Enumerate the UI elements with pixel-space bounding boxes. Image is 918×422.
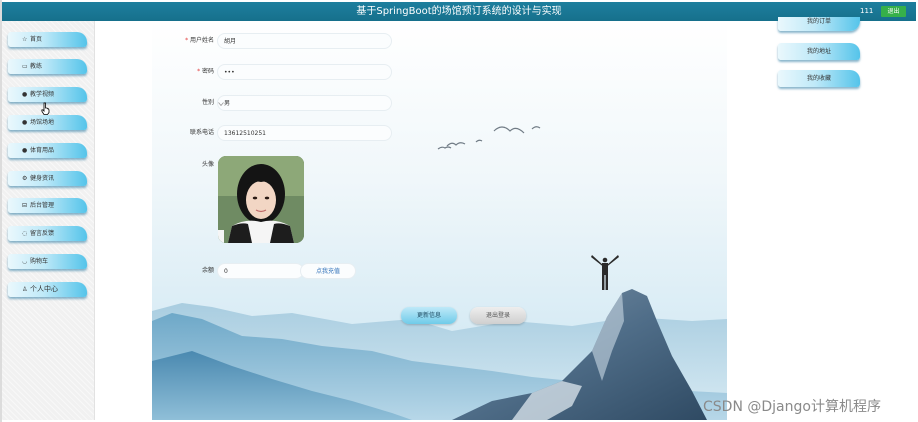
avatar-portrait xyxy=(218,156,304,243)
document-icon: ▭ xyxy=(22,63,28,70)
sidebar-item-home[interactable]: ☆ 首页 xyxy=(8,32,87,47)
hand-cursor-icon xyxy=(41,102,50,115)
cart-icon: ◡ xyxy=(22,258,28,265)
phone-input[interactable]: 13612510251 xyxy=(217,125,392,141)
logout-login-button[interactable]: 退出登录 xyxy=(470,307,526,324)
chevron-down-icon xyxy=(218,102,224,107)
sidebar-item-venues[interactable]: ● 场馆场地 xyxy=(8,115,87,130)
logout-button[interactable]: 退出 xyxy=(881,6,906,17)
sidebar-item-label: 健身资讯 xyxy=(30,175,55,182)
required-mark: * xyxy=(197,68,201,75)
password-input[interactable]: ••• xyxy=(217,64,392,80)
username-label: * 用户姓名 xyxy=(154,33,214,49)
username-label-text: 用户姓名 xyxy=(189,37,214,44)
sidebar-item-label: 首页 xyxy=(30,36,43,43)
username-input[interactable]: 胡月 xyxy=(217,33,392,49)
gender-select[interactable]: 男 xyxy=(217,95,392,111)
gender-label: 性别 xyxy=(201,99,214,106)
required-mark: * xyxy=(185,37,189,44)
user-icon: ♙ xyxy=(22,286,28,293)
password-label: * 密码 xyxy=(154,64,214,80)
sidebar-item-profile[interactable]: ♙ 个人中心 xyxy=(8,282,87,297)
gender-value: 男 xyxy=(224,100,231,107)
sidebar-item-label: 教练 xyxy=(30,63,43,70)
sidebar-item-label: 教学视频 xyxy=(30,91,55,98)
my-address-button[interactable]: 我的地址 xyxy=(778,43,860,60)
sidebar-item-label: 后台管理 xyxy=(30,202,55,209)
recharge-button[interactable]: 点我充值 xyxy=(300,263,356,279)
goods-icon: ● xyxy=(22,147,28,154)
password-label-text: 密码 xyxy=(201,68,214,75)
sidebar-item-feedback[interactable]: ◌ 留言反馈 xyxy=(8,226,87,241)
admin-icon: ⊟ xyxy=(22,202,28,209)
avatar-image[interactable] xyxy=(218,156,304,243)
star-icon: ☆ xyxy=(22,36,28,43)
sidebar-item-label: 留言反馈 xyxy=(30,230,55,237)
video-icon: ● xyxy=(22,91,28,98)
gear-icon: ⚙ xyxy=(22,175,28,182)
sidebar-item-label: 场馆场地 xyxy=(30,119,55,126)
phone-label: 联系电话 xyxy=(189,129,214,136)
sidebar-item-cart[interactable]: ◡ 购物车 xyxy=(8,254,87,269)
sidebar-item-videos[interactable]: ● 教学视频 xyxy=(8,87,87,102)
update-info-button[interactable]: 更新信息 xyxy=(401,307,457,324)
sidebar-item-label: 购物车 xyxy=(30,258,49,265)
balance-input[interactable]: 0 xyxy=(217,263,304,279)
my-orders-button[interactable]: 我的订单 xyxy=(778,17,860,31)
avatar-label: 头像 xyxy=(201,161,214,168)
current-user-id: 111 xyxy=(860,7,874,15)
venue-icon: ● xyxy=(22,119,28,126)
message-icon: ◌ xyxy=(22,230,28,237)
my-favorites-button[interactable]: 我的收藏 xyxy=(778,70,860,87)
balance-label: 余额 xyxy=(201,267,214,274)
profile-panel: * 用户姓名 胡月 * 密码 ••• 性别 男 联系电话 13612510251… xyxy=(152,21,727,420)
sidebar-item-coach[interactable]: ▭ 教练 xyxy=(8,59,87,74)
sidebar: ☆ 首页 ▭ 教练 ● 教学视频 ● 场馆场地 ● 体育用品 ⚙ 健身资讯 ⊟ … xyxy=(2,21,95,420)
sidebar-item-label: 体育用品 xyxy=(30,147,55,154)
sidebar-item-label: 个人中心 xyxy=(30,285,58,293)
sidebar-item-admin[interactable]: ⊟ 后台管理 xyxy=(8,198,87,213)
watermark: CSDN @Django计算机程序 xyxy=(703,399,881,415)
sidebar-item-fitness-news[interactable]: ⚙ 健身资讯 xyxy=(8,171,87,186)
sidebar-item-sports-goods[interactable]: ● 体育用品 xyxy=(8,143,87,158)
